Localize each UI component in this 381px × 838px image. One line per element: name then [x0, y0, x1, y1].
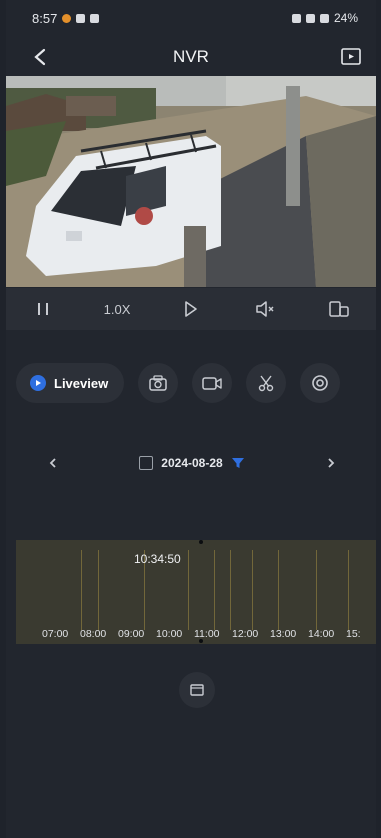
- record-video-icon: [202, 377, 222, 390]
- hour-label: 10:00: [156, 628, 183, 640]
- cast-screen-icon: [341, 48, 361, 65]
- status-time: 8:57: [32, 10, 58, 26]
- header: NVR: [6, 40, 376, 74]
- camera-snapshot: [6, 76, 376, 287]
- gallery-button[interactable]: [179, 672, 215, 708]
- camera-video-feed[interactable]: [6, 76, 376, 287]
- timeline-cursor-top: [199, 540, 203, 544]
- hour-label: 09:00: [118, 628, 145, 640]
- back-button[interactable]: [28, 45, 52, 69]
- next-day-button[interactable]: [320, 452, 342, 474]
- signal-icon: [319, 13, 329, 23]
- current-playback-time: 10:34:50: [134, 552, 181, 566]
- hour-label: 07:00: [42, 628, 69, 640]
- hour-label: 08:00: [80, 628, 107, 640]
- notification-icon: [62, 13, 72, 23]
- mute-icon: [305, 13, 315, 23]
- filter-icon[interactable]: [231, 456, 245, 470]
- clip-button[interactable]: [246, 363, 287, 403]
- zoom-label: 1.0X: [103, 301, 131, 317]
- hour-label: 14:00: [308, 628, 335, 640]
- settings-button[interactable]: [300, 363, 341, 403]
- hour-label: 12:00: [232, 628, 259, 640]
- speaker-mute-icon: [256, 301, 274, 317]
- timeline-mark: [278, 550, 279, 630]
- step-play-button[interactable]: [171, 294, 211, 324]
- timeline-mark: [214, 550, 215, 630]
- timeline-hour-labels: 07:00 08:00 09:00 10:00 11:00 12:00 13:0…: [42, 628, 376, 640]
- timeline-mark: [348, 550, 349, 630]
- date-navigation: 2024-08-28: [42, 442, 342, 484]
- camera-icon: [149, 375, 167, 391]
- play-step-icon: [185, 301, 197, 317]
- scissors-icon: [259, 375, 274, 392]
- switch-device-button[interactable]: [319, 294, 359, 324]
- timeline-mark: [98, 550, 99, 630]
- date-picker[interactable]: 2024-08-28: [139, 456, 244, 470]
- zoom-button[interactable]: 1.0X: [97, 294, 137, 324]
- back-arrow-icon: [34, 48, 46, 66]
- timeline-mark: [188, 550, 189, 630]
- pause-icon: [38, 303, 48, 315]
- status-bar: 8:57 24%: [6, 0, 376, 36]
- page-title: NVR: [173, 47, 209, 66]
- hour-label: 11:00: [194, 628, 220, 640]
- image-icon: [190, 684, 204, 696]
- action-row: Liveview: [6, 360, 376, 406]
- recording-timeline[interactable]: 10:34:50 07:00 08:00 09:00 10:00 11:00 1…: [16, 540, 376, 644]
- gallery-icon: [90, 13, 100, 23]
- previous-day-button[interactable]: [42, 452, 64, 474]
- cast-button[interactable]: [340, 46, 362, 68]
- chevron-right-icon: [328, 458, 335, 468]
- hour-label: 13:00: [270, 628, 297, 640]
- hour-label: 15:: [346, 628, 361, 640]
- timeline-mark: [230, 550, 231, 630]
- liveview-button[interactable]: Liveview: [16, 363, 125, 403]
- app-icon: [76, 13, 86, 23]
- timeline-mark: [252, 550, 253, 630]
- timeline-mark: [81, 550, 82, 630]
- device-switch-icon: [329, 301, 349, 317]
- date-label: 2024-08-28: [161, 456, 223, 470]
- timeline-mark: [316, 550, 317, 630]
- battery-text: 24%: [333, 11, 358, 25]
- liveview-icon: [30, 375, 46, 391]
- liveview-label: Liveview: [54, 375, 109, 391]
- mute-button[interactable]: [245, 294, 285, 324]
- app-frame: 8:57 24% NVR 1.0X Liveview 2024-08-28 10…: [6, 0, 376, 838]
- snapshot-button[interactable]: [138, 363, 179, 403]
- playback-controls: 1.0X: [6, 288, 376, 330]
- calendar-icon: [139, 456, 154, 470]
- record-button[interactable]: [192, 363, 233, 403]
- alarm-icon: [291, 13, 301, 23]
- chevron-left-icon: [49, 458, 56, 468]
- pause-button[interactable]: [23, 294, 63, 324]
- settings-wheel-icon: [312, 375, 329, 391]
